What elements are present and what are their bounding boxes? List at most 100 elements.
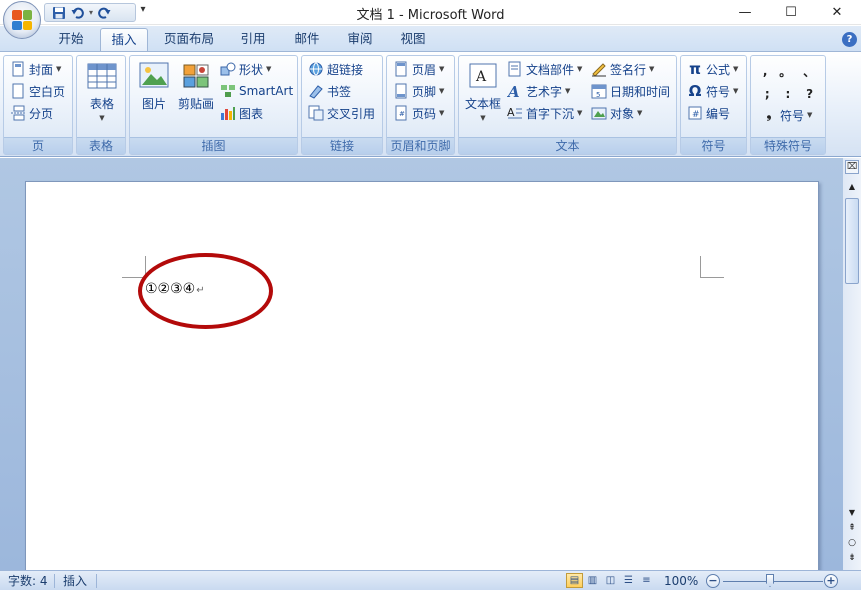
group-label-illustrations: 插图 [130, 137, 297, 154]
tab-insert[interactable]: 插入 [100, 28, 148, 52]
object-button[interactable]: 对象 ▼ [591, 103, 642, 123]
clipart-icon [180, 61, 212, 91]
footer-button[interactable]: 页脚 ▼ [393, 81, 444, 101]
svg-text:A: A [507, 106, 515, 119]
table-label: 表格 [89, 97, 114, 111]
textbox-button[interactable]: A 文本框 ▼ [463, 61, 503, 122]
full-screen-reading-view-icon[interactable]: ▥ [584, 573, 601, 588]
select-browse-object-icon[interactable]: ○ [845, 537, 859, 550]
zoom-slider-thumb[interactable] [766, 574, 774, 587]
symbol-colon[interactable]: : [786, 87, 791, 101]
footer-label: 页脚 [412, 84, 437, 99]
scroll-up-arrow-icon[interactable]: ▲ [845, 180, 859, 194]
view-ruler-icon[interactable]: ⌧ [845, 160, 859, 174]
group-label-text: 文本 [459, 137, 676, 154]
draft-view-icon[interactable]: ≡ [638, 573, 655, 588]
document-page[interactable]: ①②③④↵ [25, 181, 819, 581]
outline-view-icon[interactable]: ☰ [620, 573, 637, 588]
tab-review[interactable]: 审阅 [337, 28, 383, 52]
table-button[interactable]: 表格 ▼ [83, 61, 121, 122]
page-break-button[interactable]: 分页 [10, 103, 53, 123]
symbol-period[interactable]: 。 [779, 63, 791, 80]
cover-page-button[interactable]: 封面 ▼ [10, 59, 61, 79]
numbering-button[interactable]: # 编号 [687, 103, 730, 123]
shapes-button[interactable]: 形状 ▼ [220, 59, 271, 79]
zoom-level[interactable]: 100% [658, 571, 704, 590]
date-time-button[interactable]: 5 日期和时间 [591, 81, 670, 101]
bookmark-button[interactable]: 书签 [308, 81, 351, 101]
scroll-down-arrow-icon[interactable]: ▼ [845, 506, 859, 520]
tab-references[interactable]: 引用 [230, 28, 276, 52]
wordart-button[interactable]: A 艺术字 ▼ [506, 81, 570, 101]
table-icon [86, 61, 118, 91]
previous-page-icon[interactable]: ⇞ [845, 522, 859, 535]
tab-home[interactable]: 开始 [48, 28, 94, 52]
hyperlink-button[interactable]: 超链接 [308, 59, 363, 79]
numbering-label: 编号 [706, 106, 731, 121]
symbol-button[interactable]: Ω 符号 ▼ [687, 81, 739, 101]
special-symbol-row-2: ; : ? [757, 84, 821, 104]
tab-page-layout[interactable]: 页面布局 [156, 28, 222, 52]
smartart-label: SmartArt [239, 84, 294, 98]
textbox-label: 文本框 [464, 97, 501, 111]
drop-cap-button[interactable]: A 首字下沉 ▼ [507, 103, 582, 123]
quick-parts-label: 文档部件 [526, 62, 575, 77]
web-layout-view-icon[interactable]: ◫ [602, 573, 619, 588]
tab-mailings[interactable]: 邮件 [284, 28, 330, 52]
symbol-label: 符号 [706, 84, 731, 99]
scroll-thumb[interactable] [845, 198, 859, 284]
group-label-special-symbols: 特殊符号 [751, 137, 825, 154]
object-label: 对象 [610, 106, 635, 121]
group-special-symbols: , 。 、 ; : ? ❟ 符号 ▼ 特殊符号 [750, 55, 826, 155]
chart-button[interactable]: 图表 [220, 103, 263, 123]
symbol-question[interactable]: ? [806, 87, 813, 101]
svg-text:A: A [475, 69, 487, 85]
symbol-semicolon[interactable]: ; [765, 87, 770, 101]
symbol-enum-comma[interactable]: 、 [803, 63, 815, 80]
quick-parts-button[interactable]: 文档部件 ▼ [507, 59, 582, 79]
cross-reference-button[interactable]: 交叉引用 [308, 103, 375, 123]
svg-text:#: # [399, 110, 405, 118]
hyperlink-label: 超链接 [327, 62, 364, 77]
margin-mark-top-right [700, 256, 724, 278]
clipart-button[interactable]: 剪贴画 [176, 61, 216, 112]
smartart-button[interactable]: SmartArt [220, 81, 293, 101]
next-page-icon[interactable]: ⇟ [845, 552, 859, 565]
signature-line-icon [591, 61, 607, 77]
zoom-in-icon[interactable]: + [824, 574, 838, 588]
print-layout-view-icon[interactable]: ▤ [566, 573, 583, 588]
close-button[interactable]: ✕ [814, 0, 860, 25]
office-button[interactable] [3, 1, 41, 39]
word-window: ▾ ▾ 文档 1 - Microsoft Word — ☐ ✕ 开始 插入 页面… [0, 0, 861, 590]
chart-icon [220, 105, 236, 121]
equation-button[interactable]: π 公式 ▼ [687, 59, 738, 79]
svg-text:A: A [507, 83, 520, 99]
page-number-icon: # [393, 105, 409, 121]
zoom-out-icon[interactable]: − [706, 574, 720, 588]
vertical-scrollbar[interactable]: ⌧ ▲ ▼ ⇞ ○ ⇟ [843, 158, 861, 570]
maximize-button[interactable]: ☐ [768, 0, 814, 25]
picture-label: 图片 [141, 97, 166, 111]
shapes-icon [220, 61, 236, 77]
ribbon-tab-row: 开始 插入 页面布局 引用 邮件 审阅 视图 ? [0, 26, 861, 52]
hyperlink-icon [308, 61, 324, 77]
group-links: 超链接 书签 交叉引用 链接 [301, 55, 383, 155]
symbol-comma[interactable]: , [763, 64, 768, 78]
bookmark-label: 书签 [327, 84, 352, 99]
status-separator [54, 574, 55, 588]
help-icon[interactable]: ? [842, 32, 857, 47]
header-button[interactable]: 页眉 ▼ [393, 59, 444, 79]
more-symbols-button[interactable]: ❟ 符号 ▼ [761, 105, 813, 125]
picture-button[interactable]: 图片 [136, 61, 172, 112]
tab-view[interactable]: 视图 [390, 28, 436, 52]
cover-page-label: 封面 [29, 62, 54, 77]
pi-icon: π [689, 60, 701, 78]
page-number-button[interactable]: # 页码 ▼ [393, 103, 444, 123]
picture-icon [138, 61, 170, 91]
blank-page-button[interactable]: 空白页 [10, 81, 65, 101]
signature-line-button[interactable]: 签名行 ▼ [591, 59, 654, 79]
insert-mode[interactable]: 插入 [57, 571, 93, 590]
minimize-button[interactable]: — [722, 0, 768, 25]
header-label: 页眉 [412, 62, 437, 77]
word-count[interactable]: 字数: 4 [2, 571, 54, 590]
